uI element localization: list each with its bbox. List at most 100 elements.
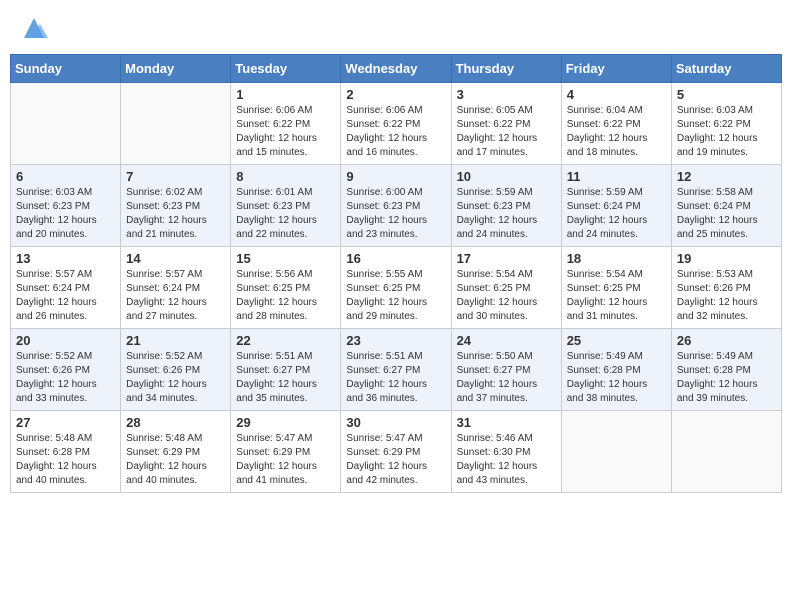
day-number: 26 [677,333,776,348]
day-info: Sunrise: 6:05 AMSunset: 6:22 PMDaylight:… [457,104,556,160]
day-info: Sunrise: 5:55 AMSunset: 6:25 PMDaylight:… [346,268,445,324]
day-info: Sunrise: 6:02 AMSunset: 6:23 PMDaylight:… [126,186,225,242]
calendar-cell: 31 Sunrise: 5:46 AMSunset: 6:30 PMDayligh… [451,411,561,493]
weekday-header-monday: Monday [121,55,231,83]
calendar-cell: 26 Sunrise: 5:49 AMSunset: 6:28 PMDayligh… [671,329,781,411]
day-number: 12 [677,169,776,184]
calendar-cell: 4 Sunrise: 6:04 AMSunset: 6:22 PMDaylight… [561,83,671,165]
calendar-cell [561,411,671,493]
day-info: Sunrise: 6:06 AMSunset: 6:22 PMDaylight:… [236,104,335,160]
calendar-cell: 17 Sunrise: 5:54 AMSunset: 6:25 PMDayligh… [451,247,561,329]
calendar-week-row: 27Sunrise: 5:48 AMSunset: 6:28 PMDayligh… [11,411,782,493]
day-info: Sunrise: 6:06 AMSunset: 6:22 PMDaylight:… [346,104,445,160]
day-number: 24 [457,333,556,348]
day-number: 23 [346,333,445,348]
day-number: 11 [567,169,666,184]
calendar-cell: 5Sunrise: 6:03 AMSunset: 6:22 PMDaylight… [671,83,781,165]
weekday-header-thursday: Thursday [451,55,561,83]
calendar-cell: 14Sunrise: 5:57 AMSunset: 6:24 PMDayligh… [121,247,231,329]
day-info: Sunrise: 5:47 AMSunset: 6:29 PMDaylight:… [236,432,335,488]
calendar-cell [11,83,121,165]
day-number: 14 [126,251,225,266]
calendar-cell: 22 Sunrise: 5:51 AMSunset: 6:27 PMDayligh… [231,329,341,411]
day-number: 20 [16,333,115,348]
weekday-header-friday: Friday [561,55,671,83]
day-number: 6 [16,169,115,184]
calendar-cell: 11 Sunrise: 5:59 AMSunset: 6:24 PMDayligh… [561,165,671,247]
calendar-cell: 29Sunrise: 5:47 AMSunset: 6:29 PMDayligh… [231,411,341,493]
day-number: 7 [126,169,225,184]
calendar-week-row: 13 Sunrise: 5:57 AMSunset: 6:24 PMDayligh… [11,247,782,329]
day-number: 5 [677,87,776,102]
day-info: Sunrise: 5:54 AMSunset: 6:25 PMDaylight:… [457,268,556,324]
calendar-cell [121,83,231,165]
day-number: 4 [567,87,666,102]
day-info: Sunrise: 5:52 AMSunset: 6:26 PMDaylight:… [16,350,115,406]
calendar-cell: 21 Sunrise: 5:52 AMSunset: 6:26 PMDayligh… [121,329,231,411]
calendar-cell: 24 Sunrise: 5:50 AMSunset: 6:27 PMDayligh… [451,329,561,411]
calendar-cell: 20 Sunrise: 5:52 AMSunset: 6:26 PMDayligh… [11,329,121,411]
calendar-cell: 6 Sunrise: 6:03 AMSunset: 6:23 PMDaylight… [11,165,121,247]
calendar-cell: 13 Sunrise: 5:57 AMSunset: 6:24 PMDayligh… [11,247,121,329]
day-info: Sunrise: 5:49 AMSunset: 6:28 PMDaylight:… [567,350,666,406]
day-number: 21 [126,333,225,348]
day-number: 10 [457,169,556,184]
calendar-cell: 12 Sunrise: 5:58 AMSunset: 6:24 PMDayligh… [671,165,781,247]
day-info: Sunrise: 5:59 AMSunset: 6:23 PMDaylight:… [457,186,556,242]
day-number: 25 [567,333,666,348]
calendar-cell: 3 Sunrise: 6:05 AMSunset: 6:22 PMDaylight… [451,83,561,165]
calendar-cell: 27Sunrise: 5:48 AMSunset: 6:28 PMDayligh… [11,411,121,493]
day-info: Sunrise: 5:46 AMSunset: 6:30 PMDaylight:… [457,432,556,488]
day-number: 17 [457,251,556,266]
weekday-header-sunday: Sunday [11,55,121,83]
day-info: Sunrise: 5:56 AMSunset: 6:25 PMDaylight:… [236,268,335,324]
day-number: 2 [346,87,445,102]
day-number: 3 [457,87,556,102]
weekday-header-wednesday: Wednesday [341,55,451,83]
day-info: Sunrise: 5:48 AMSunset: 6:29 PMDaylight:… [126,432,225,488]
calendar-cell: 1 Sunrise: 6:06 AMSunset: 6:22 PMDaylight… [231,83,341,165]
day-info: Sunrise: 5:59 AMSunset: 6:24 PMDaylight:… [567,186,666,242]
day-number: 28 [126,415,225,430]
day-number: 1 [236,87,335,102]
logo [18,14,48,42]
day-number: 15 [236,251,335,266]
calendar-week-row: 6 Sunrise: 6:03 AMSunset: 6:23 PMDaylight… [11,165,782,247]
day-info: Sunrise: 5:57 AMSunset: 6:24 PMDaylight:… [16,268,115,324]
day-number: 8 [236,169,335,184]
day-number: 16 [346,251,445,266]
day-number: 13 [16,251,115,266]
calendar-week-row: 20 Sunrise: 5:52 AMSunset: 6:26 PMDayligh… [11,329,782,411]
calendar-cell: 7 Sunrise: 6:02 AMSunset: 6:23 PMDaylight… [121,165,231,247]
day-info: Sunrise: 6:03 AMSunset: 6:23 PMDaylight:… [16,186,115,242]
calendar-cell: 9Sunrise: 6:00 AMSunset: 6:23 PMDaylight… [341,165,451,247]
day-info: Sunrise: 5:49 AMSunset: 6:28 PMDaylight:… [677,350,776,406]
day-number: 19 [677,251,776,266]
day-number: 22 [236,333,335,348]
day-number: 31 [457,415,556,430]
calendar-table: SundayMondayTuesdayWednesdayThursdayFrid… [10,54,782,493]
day-info: Sunrise: 5:47 AMSunset: 6:29 PMDaylight:… [346,432,445,488]
logo-icon [20,14,48,42]
calendar-cell: 30 Sunrise: 5:47 AMSunset: 6:29 PMDayligh… [341,411,451,493]
day-number: 27 [16,415,115,430]
day-info: Sunrise: 5:51 AMSunset: 6:27 PMDaylight:… [236,350,335,406]
day-info: Sunrise: 5:52 AMSunset: 6:26 PMDaylight:… [126,350,225,406]
calendar-cell: 2 Sunrise: 6:06 AMSunset: 6:22 PMDaylight… [341,83,451,165]
day-number: 18 [567,251,666,266]
day-info: Sunrise: 5:50 AMSunset: 6:27 PMDaylight:… [457,350,556,406]
calendar-cell: 10 Sunrise: 5:59 AMSunset: 6:23 PMDayligh… [451,165,561,247]
day-info: Sunrise: 5:53 AMSunset: 6:26 PMDaylight:… [677,268,776,324]
calendar-cell: 25 Sunrise: 5:49 AMSunset: 6:28 PMDayligh… [561,329,671,411]
calendar-header-row: SundayMondayTuesdayWednesdayThursdayFrid… [11,55,782,83]
calendar-cell: 15 Sunrise: 5:56 AMSunset: 6:25 PMDayligh… [231,247,341,329]
calendar-cell [671,411,781,493]
day-info: Sunrise: 5:51 AMSunset: 6:27 PMDaylight:… [346,350,445,406]
day-info: Sunrise: 6:04 AMSunset: 6:22 PMDaylight:… [567,104,666,160]
calendar-cell: 8Sunrise: 6:01 AMSunset: 6:23 PMDaylight… [231,165,341,247]
day-info: Sunrise: 6:00 AMSunset: 6:23 PMDaylight:… [346,186,445,242]
day-number: 30 [346,415,445,430]
page-header [10,10,782,46]
day-info: Sunrise: 5:58 AMSunset: 6:24 PMDaylight:… [677,186,776,242]
calendar-cell: 28 Sunrise: 5:48 AMSunset: 6:29 PMDayligh… [121,411,231,493]
